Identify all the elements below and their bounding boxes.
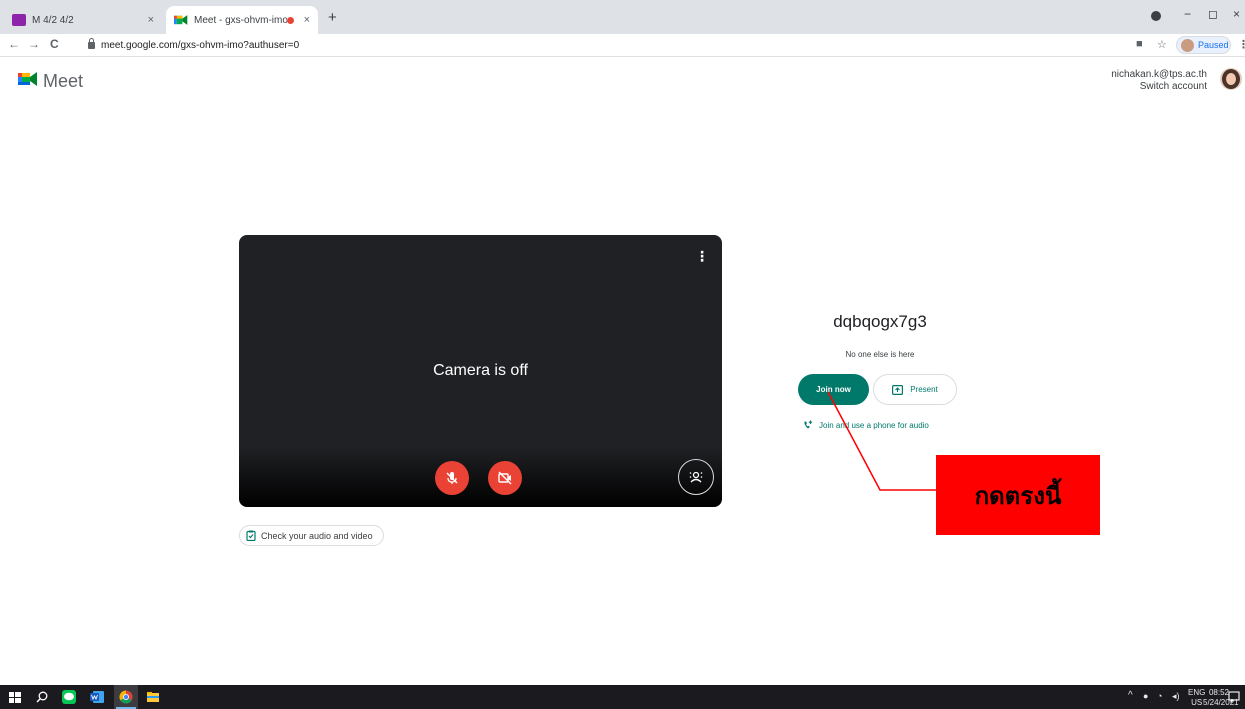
forward-button[interactable]: → — [28, 37, 40, 51]
chrome-app-icon[interactable] — [119, 690, 133, 704]
browser-tab-strip: M 4/2 4/2 × Meet - gxs-ohvm-imo × + − ◻ … — [0, 0, 1245, 34]
browser-toolbar: ← → C meet.google.com/gxs-ohvm-imo?authu… — [0, 34, 1245, 57]
mic-off-icon — [446, 472, 458, 484]
microphone-toggle-button[interactable] — [435, 461, 469, 495]
bookmark-star-icon[interactable]: ☆ — [1157, 38, 1167, 51]
classroom-favicon-icon — [12, 14, 26, 26]
tab-title: Meet - gxs-ohvm-imo — [194, 14, 287, 26]
clipboard-check-icon — [246, 530, 256, 541]
tab-classroom[interactable]: M 4/2 4/2 × — [4, 6, 162, 34]
chrome-profile-icon[interactable] — [1151, 11, 1161, 21]
camera-off-label: Camera is off — [433, 362, 528, 379]
phone-add-icon — [804, 420, 813, 429]
join-now-label: Join now — [816, 385, 851, 394]
url-text: meet.google.com/gxs-ohvm-imo?authuser=0 — [101, 39, 300, 51]
chrome-menu-icon[interactable]: ⋮ — [1238, 38, 1245, 51]
check-audio-video-label: Check your audio and video — [261, 530, 373, 541]
file-explorer-icon[interactable] — [146, 690, 160, 704]
restore-button[interactable]: ◻ — [1208, 7, 1218, 21]
meet-logo-icon[interactable] — [18, 71, 38, 87]
tab-meet[interactable]: Meet - gxs-ohvm-imo × — [166, 6, 318, 34]
camera-off-icon — [498, 471, 512, 485]
microphone-tray-icon[interactable]: ● — [1143, 692, 1148, 701]
more-options-icon[interactable]: ⋮ — [695, 249, 709, 263]
new-tab-button[interactable]: + — [328, 9, 337, 26]
recording-indicator-icon — [286, 16, 294, 24]
word-app-icon[interactable] — [90, 690, 104, 704]
camera-in-use-icon[interactable]: ■ — [1136, 38, 1143, 50]
volume-tray-icon[interactable]: ◂) — [1172, 692, 1180, 701]
present-label: Present — [910, 385, 938, 394]
check-audio-video-button[interactable]: Check your audio and video — [239, 525, 384, 546]
phone-audio-label: Join and use a phone for audio — [819, 420, 929, 430]
meet-favicon-icon — [174, 14, 188, 26]
camera-toggle-button[interactable] — [488, 461, 522, 495]
notifications-icon[interactable] — [1228, 691, 1240, 703]
windows-taskbar: ^ ● ◔ ◂) ENG US 08:52 5/24/2021 — [0, 685, 1245, 709]
meet-logo-text: Meet — [43, 71, 84, 91]
address-bar[interactable]: meet.google.com/gxs-ohvm-imo?authuser=0 — [88, 36, 1098, 54]
phone-audio-link[interactable]: Join and use a phone for audio — [803, 420, 929, 430]
join-now-button[interactable]: Join now — [798, 374, 869, 405]
close-window-button[interactable]: × — [1233, 7, 1240, 21]
network-tray-icon[interactable]: ◔ — [1157, 692, 1162, 701]
tab-close-icon[interactable]: × — [304, 14, 310, 26]
reload-button[interactable]: C — [50, 37, 59, 51]
participants-status: No one else is here — [845, 350, 915, 359]
profile-sync-button[interactable]: Paused — [1176, 36, 1231, 54]
windows-start-icon[interactable] — [8, 690, 22, 704]
tab-close-icon[interactable]: × — [148, 14, 154, 26]
visual-effects-button[interactable] — [678, 459, 714, 495]
sync-status-label: Paused — [1198, 40, 1229, 50]
annotation-callout: กดตรงนี้ — [936, 455, 1100, 535]
back-button[interactable]: ← — [8, 37, 20, 51]
background-effects-icon — [689, 471, 703, 483]
lock-icon — [88, 37, 95, 49]
line-app-icon[interactable] — [62, 690, 76, 704]
profile-avatar — [1181, 38, 1194, 52]
present-button[interactable]: Present — [873, 374, 957, 405]
tab-title: M 4/2 4/2 — [32, 14, 74, 26]
meeting-code: dqbqogx7g3 — [833, 312, 927, 331]
tray-expand-icon[interactable]: ^ — [1128, 691, 1133, 701]
present-screen-icon — [892, 384, 904, 395]
account-email: nichakan.k@tps.ac.th — [1111, 69, 1207, 80]
video-preview: ⋮ Camera is off — [239, 235, 722, 507]
switch-account-link[interactable]: Switch account — [1111, 81, 1207, 93]
callout-text: กดตรงนี้ — [974, 482, 1062, 510]
minimize-button[interactable]: − — [1184, 7, 1191, 21]
search-icon[interactable] — [35, 690, 49, 704]
account-avatar[interactable] — [1220, 68, 1242, 90]
account-info: nichakan.k@tps.ac.th Switch account — [1111, 69, 1207, 93]
